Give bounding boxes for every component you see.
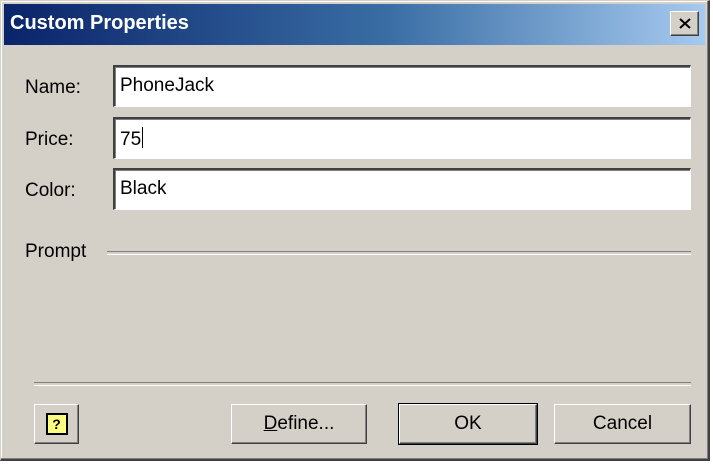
ok-button-label: OK bbox=[454, 413, 482, 434]
name-value: PhoneJack bbox=[120, 75, 215, 96]
custom-properties-dialog: Custom Properties Name: PhoneJack Price:… bbox=[0, 0, 710, 461]
title-bar[interactable]: Custom Properties bbox=[4, 4, 705, 45]
help-icon: ? bbox=[45, 413, 68, 435]
text-caret bbox=[142, 127, 144, 148]
button-separator bbox=[34, 382, 691, 386]
price-value: 75 bbox=[120, 129, 142, 150]
name-field[interactable]: PhoneJack bbox=[113, 65, 691, 107]
cancel-button[interactable]: Cancel bbox=[554, 404, 691, 444]
color-field[interactable]: Black bbox=[113, 168, 691, 210]
price-field[interactable]: 75 bbox=[113, 117, 691, 159]
name-label: Name: bbox=[25, 77, 81, 98]
color-value: Black bbox=[120, 178, 167, 199]
help-button[interactable]: ? bbox=[34, 404, 79, 444]
price-label: Price: bbox=[25, 129, 74, 150]
close-button[interactable] bbox=[670, 11, 699, 36]
ok-button[interactable]: OK bbox=[398, 403, 538, 445]
prompt-divider bbox=[107, 251, 691, 255]
cancel-button-label: Cancel bbox=[592, 413, 653, 434]
define-button[interactable]: Define... bbox=[231, 404, 367, 444]
prompt-label: Prompt bbox=[25, 241, 87, 262]
window-title: Custom Properties bbox=[10, 12, 189, 34]
close-icon bbox=[678, 18, 691, 29]
color-label: Color: bbox=[25, 180, 76, 201]
define-button-label: Define... bbox=[263, 413, 335, 434]
